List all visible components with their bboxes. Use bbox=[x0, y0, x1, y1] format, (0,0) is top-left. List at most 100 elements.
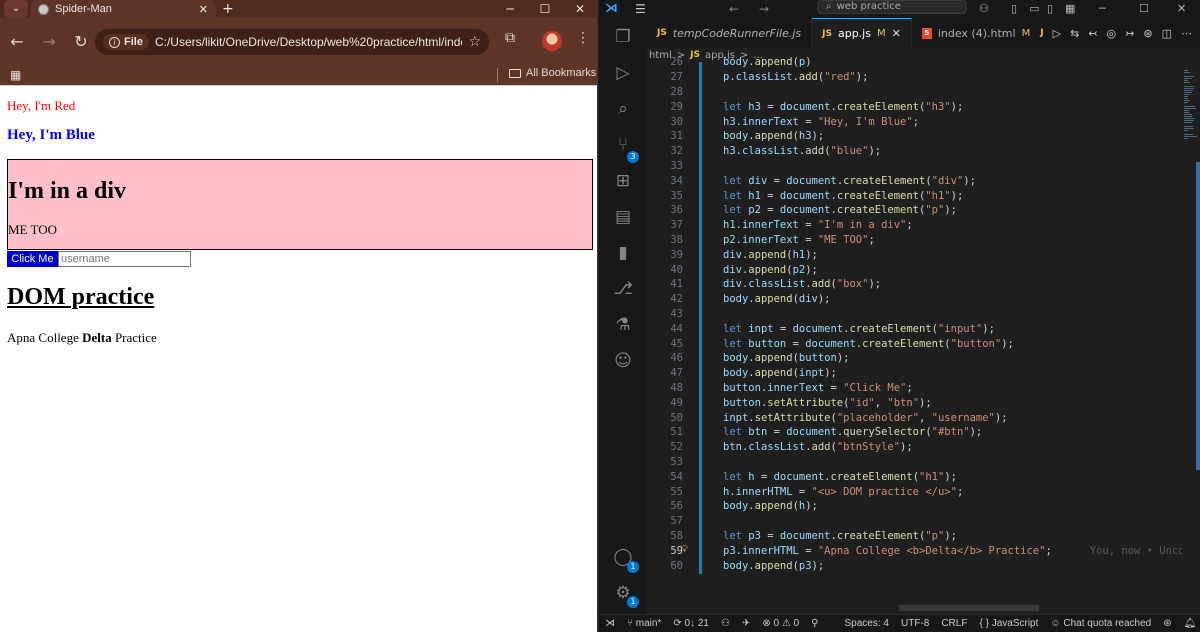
code-line[interactable]: 55 h.innerHTML = "<u> DOM practice </u>"; bbox=[647, 484, 1182, 499]
code-line[interactable]: 38 p2.innerText = "ME TOO"; bbox=[647, 233, 1182, 248]
copilot-chat-icon[interactable]: ☺ bbox=[599, 344, 647, 378]
browser-tab[interactable]: Spider-Man ✕ bbox=[30, 0, 216, 18]
toggle-secondary-sidebar-icon[interactable]: ▯ bbox=[1047, 0, 1053, 18]
code-line[interactable]: 58 let p3 = document.createElement("p"); bbox=[647, 529, 1182, 544]
more-actions-icon[interactable]: ⋯ bbox=[1181, 27, 1192, 40]
code-editor[interactable]: 26 body.append(p) 27 p.classList.add("red")… bbox=[647, 56, 1191, 614]
deploy-icon[interactable]: ✈ bbox=[736, 618, 756, 629]
code-line[interactable]: 39 div.append(h1); bbox=[647, 247, 1182, 262]
indentation-status[interactable]: Spaces: 4 bbox=[839, 618, 895, 629]
code-line[interactable]: 43 bbox=[647, 307, 1182, 322]
code-line[interactable]: 52 btn.classList.add("btnStyle"); bbox=[647, 440, 1182, 455]
menu-hamburger-icon[interactable]: ☰ bbox=[635, 0, 646, 18]
code-line[interactable]: 59 p3.innerHTML = "Apna College <b>Delta<… bbox=[647, 543, 1191, 558]
code-line[interactable]: 56 body.append(h); bbox=[647, 499, 1182, 514]
run-icon[interactable]: ▷ bbox=[1053, 27, 1061, 40]
run-debug-icon[interactable]: ▷ bbox=[599, 56, 647, 90]
close-window-button[interactable]: ✕ bbox=[565, 0, 595, 18]
command-center-search[interactable]: ⌕ web practice bbox=[817, 0, 967, 14]
code-line[interactable]: 29 let h3 = document.createElement("h3"); bbox=[647, 99, 1182, 114]
bookmark-star-icon[interactable]: ☆ bbox=[468, 34, 481, 50]
username-input[interactable] bbox=[58, 251, 191, 267]
compare-icon[interactable]: ⇆ bbox=[1070, 27, 1079, 40]
vs-close-button[interactable]: ✕ bbox=[1177, 0, 1186, 18]
url-text[interactable]: C:/Users/likit/OneDrive/Desktop/web%20pr… bbox=[155, 35, 462, 49]
split-editor-icon[interactable]: ◫ bbox=[1162, 27, 1172, 40]
language-status[interactable]: { } JavaScript bbox=[973, 618, 1044, 629]
code-line[interactable]: 31 body.append(h3); bbox=[647, 129, 1182, 144]
click-me-button[interactable]: Click Me bbox=[7, 251, 58, 267]
extensions-puzzle-icon[interactable]: ⧉ bbox=[505, 30, 515, 46]
source-control-icon[interactable]: ⑂ bbox=[599, 128, 647, 162]
code-line[interactable]: 44 let inpt = document.createElement("inp… bbox=[647, 321, 1182, 336]
code-line[interactable]: 28 bbox=[647, 85, 1182, 100]
js-run-badge-icon[interactable]: J bbox=[1040, 28, 1043, 38]
go-forward-change-icon[interactable]: ↣ bbox=[1125, 27, 1134, 40]
toggle-panel-icon[interactable]: ▭ bbox=[1029, 0, 1039, 18]
tab-close-icon[interactable]: ✕ bbox=[199, 3, 208, 16]
apps-grid-icon[interactable]: ▦ bbox=[10, 68, 21, 82]
tab-close-icon[interactable]: ✕ bbox=[892, 27, 901, 40]
copilot-logo-icon[interactable]: ⊛ bbox=[1157, 618, 1177, 629]
code-line[interactable]: 34 let div = document.createElement("div"… bbox=[647, 173, 1182, 188]
maximize-button[interactable]: ☐ bbox=[530, 0, 560, 18]
encoding-status[interactable]: UTF-8 bbox=[895, 618, 935, 629]
tab-search-chevron-icon[interactable]: ⌄ bbox=[4, 0, 28, 18]
code-line[interactable]: 33 bbox=[647, 159, 1182, 174]
explorer-icon[interactable]: ❐ bbox=[599, 20, 647, 54]
search-view-icon[interactable]: ⌕ bbox=[599, 92, 647, 126]
vertical-scrollbar[interactable] bbox=[1196, 162, 1200, 470]
code-line[interactable]: 46 body.append(button); bbox=[647, 351, 1182, 366]
git-action-icon[interactable]: ⚇ bbox=[715, 618, 736, 629]
copilot-edit-icon[interactable]: ⊛ bbox=[1143, 27, 1152, 40]
code-line[interactable]: 50 inpt.setAttribute("placeholder", "user… bbox=[647, 410, 1182, 425]
code-line[interactable]: 36 let p2 = document.createElement("p"); bbox=[647, 203, 1182, 218]
testing-icon[interactable]: ⚗ bbox=[599, 308, 647, 342]
code-line[interactable]: 60 body.append(p3); bbox=[647, 558, 1182, 573]
profile-avatar[interactable] bbox=[542, 31, 562, 51]
code-line[interactable]: 47 body.append(inpt); bbox=[647, 366, 1182, 381]
horizontal-scrollbar[interactable] bbox=[899, 605, 1039, 611]
reload-icon[interactable]: ↻ bbox=[72, 32, 90, 51]
toggle-sidebar-icon[interactable]: ▯ bbox=[1011, 0, 1017, 18]
new-tab-button[interactable]: + bbox=[222, 0, 234, 18]
editor-tab[interactable]: JS app.js M ✕ bbox=[812, 18, 912, 48]
address-bar[interactable]: i File C:/Users/likit/OneDrive/Desktop/w… bbox=[95, 29, 489, 55]
code-line[interactable]: 48 button.innerText = "Click Me"; bbox=[647, 381, 1182, 396]
branch-status[interactable]: ⑂ main* bbox=[621, 618, 667, 629]
copilot-icon[interactable]: ⚇ bbox=[979, 0, 989, 18]
code-line[interactable]: 41 div.classList.add("box"); bbox=[647, 277, 1182, 292]
editor-tab[interactable]: 5 index (4).html M bbox=[912, 18, 1042, 48]
broadcast-icon[interactable]: ⚲ bbox=[805, 618, 824, 629]
nav-forward-icon[interactable]: → bbox=[759, 0, 769, 18]
git-graph-icon[interactable]: ⎇ bbox=[599, 272, 647, 306]
code-line[interactable]: 54 let h = document.createElement("h1"); bbox=[647, 469, 1182, 484]
code-line[interactable]: 32 h3.classList.add("blue"); bbox=[647, 144, 1182, 159]
vs-minimize-button[interactable]: ─ bbox=[1099, 0, 1106, 18]
accounts-icon[interactable]: ◯ bbox=[599, 540, 647, 574]
site-info-chip[interactable]: i File bbox=[103, 34, 149, 50]
menu-kebab-icon[interactable]: ⋮ bbox=[576, 30, 590, 46]
code-line[interactable]: 53 bbox=[647, 455, 1182, 470]
code-line[interactable]: 37 h1.innerText = "I'm in a div"; bbox=[647, 218, 1182, 233]
settings-gear-icon[interactable]: ⚙ bbox=[599, 576, 647, 610]
notebook-icon[interactable]: ▮ bbox=[599, 236, 647, 270]
code-line[interactable]: 26 body.append(p) bbox=[647, 55, 1182, 70]
forward-arrow-icon[interactable]: → bbox=[40, 32, 58, 51]
customize-layout-icon[interactable]: ▦ bbox=[1065, 0, 1075, 18]
all-bookmarks-button[interactable]: All Bookmarks bbox=[509, 67, 596, 79]
problems-status[interactable]: ⊗ 0 ⚠ 0 bbox=[756, 618, 805, 629]
code-line[interactable]: 42 body.append(div); bbox=[647, 292, 1182, 307]
go-back-change-icon[interactable]: ↢ bbox=[1088, 27, 1097, 40]
code-line[interactable]: 57 bbox=[647, 514, 1182, 529]
notifications-bell-icon[interactable]: 🔔︎ bbox=[1178, 618, 1200, 629]
copilot-status[interactable]: ☺ Chat quota reached bbox=[1044, 618, 1157, 629]
vs-maximize-button[interactable]: ☐ bbox=[1139, 0, 1149, 18]
minimize-button[interactable]: ─ bbox=[495, 0, 525, 18]
back-arrow-icon[interactable]: ← bbox=[8, 32, 26, 51]
eol-status[interactable]: CRLF bbox=[935, 618, 973, 629]
code-line[interactable]: 49 button.setAttribute("id", "btn"); bbox=[647, 395, 1182, 410]
remote-explorer-icon[interactable]: ▤ bbox=[599, 200, 647, 234]
code-line[interactable]: 51 let btn = document.querySelector("#btn… bbox=[647, 425, 1182, 440]
code-line[interactable]: 27 p.classList.add("red"); bbox=[647, 70, 1182, 85]
